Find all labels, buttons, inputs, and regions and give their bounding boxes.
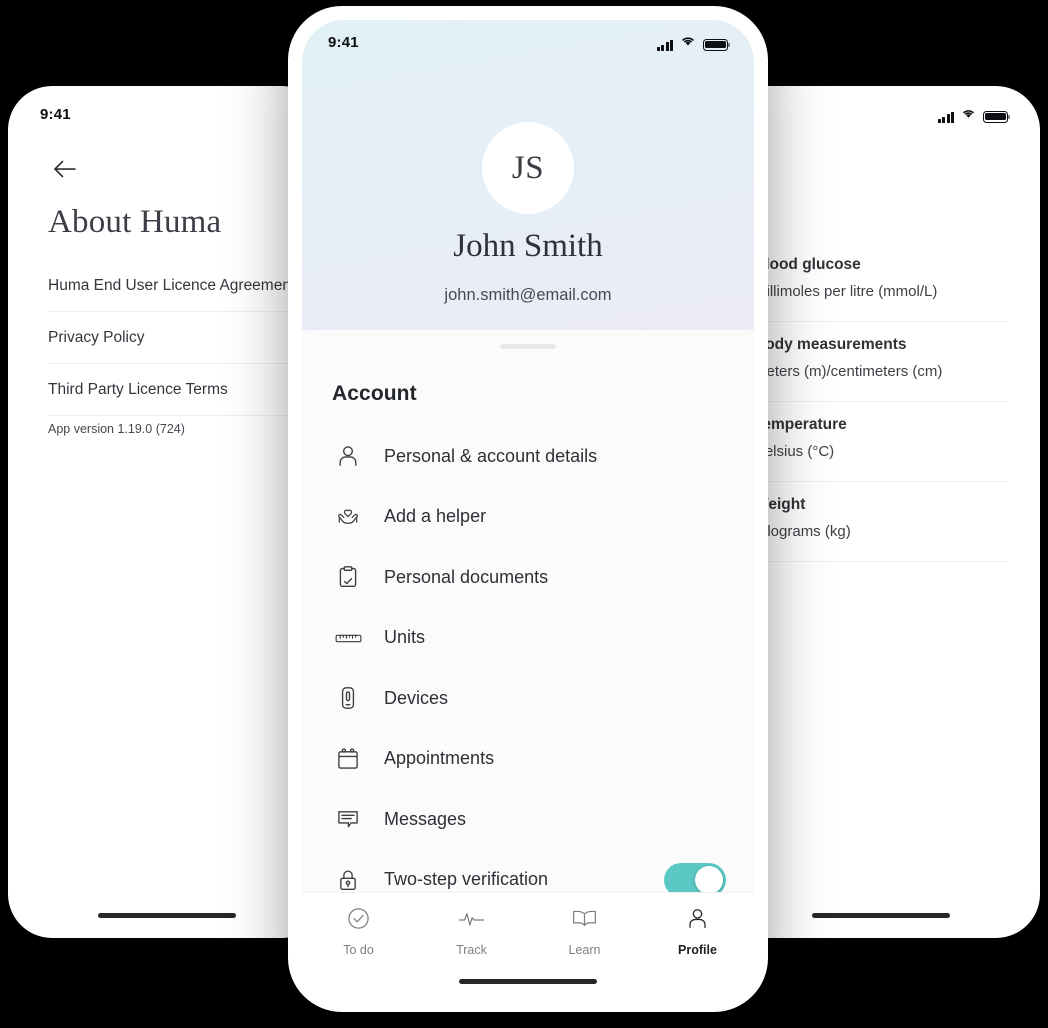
right-phone-screen: Blood glucose Millimoles per litre (mmol… bbox=[728, 92, 1034, 932]
list-item-title: Temperature bbox=[754, 416, 847, 433]
menu-item-label: Add a helper bbox=[384, 506, 487, 527]
list-item-value: Kilograms (kg) bbox=[754, 523, 851, 540]
page-title: About Huma bbox=[48, 204, 222, 240]
home-indicator bbox=[98, 913, 236, 918]
avatar[interactable]: JS bbox=[482, 122, 574, 214]
profile-email: john.smith@email.com bbox=[444, 286, 612, 304]
home-indicator bbox=[812, 913, 950, 918]
menu-item-label: Appointments bbox=[384, 748, 495, 769]
units-list: Blood glucose Millimoles per litre (mmol… bbox=[754, 242, 1008, 562]
right-phone-device: Blood glucose Millimoles per litre (mmol… bbox=[722, 86, 1040, 938]
mobile-device-icon bbox=[332, 682, 364, 714]
list-item[interactable]: Weight Kilograms (kg) bbox=[754, 482, 1008, 562]
pulse-icon bbox=[458, 906, 485, 936]
clipboard-check-icon bbox=[332, 561, 364, 593]
tab-to-do[interactable]: To do bbox=[302, 906, 415, 957]
battery-icon bbox=[983, 110, 1011, 123]
check-circle-icon bbox=[346, 906, 371, 936]
heart-in-hands-icon bbox=[332, 501, 364, 533]
person-icon bbox=[685, 906, 710, 936]
left-status-bar: 9:41 bbox=[14, 92, 320, 136]
section-title: Account bbox=[332, 382, 417, 405]
list-item[interactable]: Blood glucose Millimoles per litre (mmol… bbox=[754, 242, 1008, 322]
tab-label: To do bbox=[343, 943, 374, 957]
menu-item-appointments[interactable]: Appointments bbox=[302, 729, 754, 790]
tab-label: Profile bbox=[678, 943, 717, 957]
lock-icon bbox=[332, 864, 364, 896]
list-item-title: Weight bbox=[754, 496, 806, 513]
account-menu: Personal & account details Add a helper … bbox=[302, 426, 754, 910]
ruler-icon bbox=[332, 622, 364, 654]
menu-item-personal-documents[interactable]: Personal documents bbox=[302, 547, 754, 608]
toggle-knob bbox=[695, 865, 723, 894]
center-phone-screen: 9:41 JS John Smith john.smith@email.com … bbox=[302, 20, 754, 998]
list-item-label: Privacy Policy bbox=[48, 328, 145, 346]
tab-profile[interactable]: Profile bbox=[641, 906, 754, 957]
left-phone-device: 9:41 About Huma Huma End User Licence Ag… bbox=[8, 86, 326, 938]
profile-name: John Smith bbox=[453, 228, 603, 264]
tab-label: Track bbox=[456, 943, 487, 957]
home-indicator bbox=[459, 979, 597, 984]
menu-item-messages[interactable]: Messages bbox=[302, 789, 754, 850]
signal-bars-icon bbox=[656, 39, 673, 51]
list-item-title: Body measurements bbox=[754, 336, 907, 353]
screenshot-stage: 9:41 About Huma Huma End User Licence Ag… bbox=[0, 0, 1048, 1028]
app-version-label: App version 1.19.0 (724) bbox=[48, 422, 185, 436]
menu-item-label: Two-step verification bbox=[384, 869, 549, 890]
list-item[interactable]: Temperature Celsius (°C) bbox=[754, 402, 1008, 482]
wifi-icon bbox=[960, 106, 977, 123]
tab-label: Learn bbox=[568, 943, 601, 957]
menu-item-label: Personal documents bbox=[384, 566, 549, 587]
wifi-icon bbox=[679, 34, 697, 51]
menu-item-devices[interactable]: Devices bbox=[302, 668, 754, 729]
list-item[interactable]: Huma End User Licence Agreement bbox=[48, 260, 320, 312]
message-bubble-icon bbox=[332, 803, 364, 835]
list-item-value: Celsius (°C) bbox=[754, 443, 835, 460]
list-item-label: Huma End User Licence Agreement bbox=[48, 276, 296, 294]
tab-track[interactable]: Track bbox=[415, 906, 528, 957]
right-status-bar bbox=[728, 92, 1034, 136]
arrow-left-icon[interactable] bbox=[50, 154, 80, 184]
about-list: Huma End User Licence Agreement Privacy … bbox=[48, 260, 320, 416]
list-item-value: Millimoles per litre (mmol/L) bbox=[754, 283, 938, 300]
sheet-drag-handle[interactable] bbox=[500, 344, 556, 349]
center-status-bar: 9:41 bbox=[302, 20, 754, 64]
book-icon bbox=[571, 906, 598, 936]
menu-item-label: Devices bbox=[384, 687, 449, 708]
list-item-title: Blood glucose bbox=[754, 256, 861, 273]
list-item-label: Third Party Licence Terms bbox=[48, 380, 228, 398]
center-phone-device: 9:41 JS John Smith john.smith@email.com … bbox=[288, 6, 768, 1012]
center-status-time: 9:41 bbox=[328, 33, 359, 51]
account-sheet: Account Personal & account details Add a… bbox=[302, 330, 754, 998]
menu-item-personal-account-details[interactable]: Personal & account details bbox=[302, 426, 754, 487]
signal-bars-icon bbox=[937, 111, 954, 123]
calendar-icon bbox=[332, 743, 364, 775]
left-status-time: 9:41 bbox=[40, 105, 71, 123]
avatar-initials: JS bbox=[511, 149, 545, 186]
person-icon bbox=[332, 440, 364, 472]
menu-item-label: Messages bbox=[384, 808, 467, 829]
tab-learn[interactable]: Learn bbox=[528, 906, 641, 957]
menu-item-units[interactable]: Units bbox=[302, 608, 754, 669]
menu-item-label: Personal & account details bbox=[384, 445, 598, 466]
menu-item-label: Units bbox=[384, 627, 426, 648]
battery-icon bbox=[703, 38, 731, 51]
list-item[interactable]: Body measurements Meters (m)/centimeters… bbox=[754, 322, 1008, 402]
list-item[interactable]: Third Party Licence Terms bbox=[48, 364, 320, 416]
menu-item-add-a-helper[interactable]: Add a helper bbox=[302, 487, 754, 548]
profile-header: 9:41 JS John Smith john.smith@email.com bbox=[302, 20, 754, 330]
list-item-value: Meters (m)/centimeters (cm) bbox=[754, 363, 943, 380]
list-item[interactable]: Privacy Policy bbox=[48, 312, 320, 364]
left-phone-screen: 9:41 About Huma Huma End User Licence Ag… bbox=[14, 92, 320, 932]
